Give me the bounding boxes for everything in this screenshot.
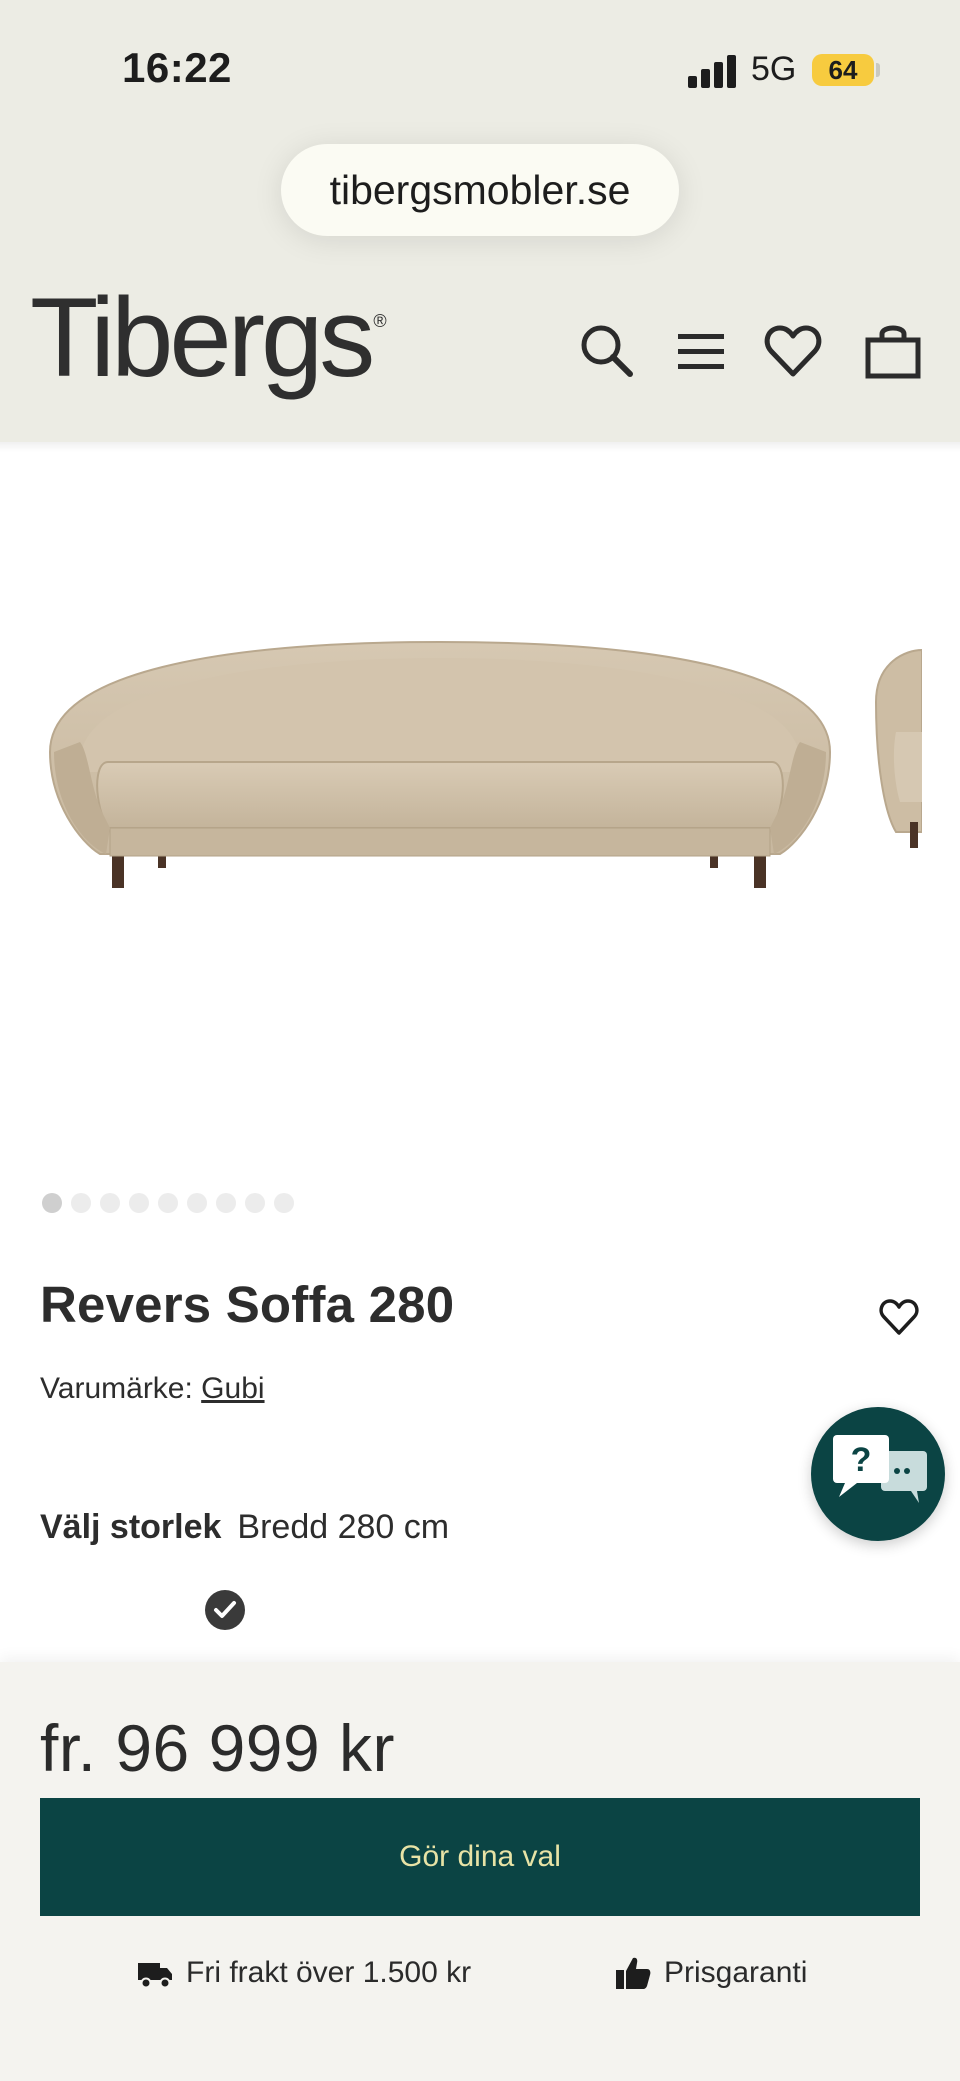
truck-icon <box>138 1963 172 1989</box>
sticky-buy-bar: fr. 96 999 kr Gör dina val Fri frakt öve… <box>0 1662 960 2081</box>
brand-link[interactable]: Gubi <box>201 1372 264 1405</box>
wishlist-heart-icon[interactable] <box>878 1296 920 1338</box>
signal-icon <box>688 54 738 88</box>
usp-price-guarantee: Prisgaranti <box>614 1954 807 1992</box>
gallery-dot[interactable] <box>274 1193 294 1213</box>
size-selector[interactable]: Välj storlek Bredd 280 cm <box>40 1508 449 1547</box>
brand-label: Varumärke: <box>40 1372 193 1405</box>
chat-icon: ? <box>833 1435 927 1503</box>
menu-icon[interactable] <box>670 320 732 382</box>
gallery-dot[interactable] <box>187 1193 207 1213</box>
gallery-dot[interactable] <box>71 1193 91 1213</box>
battery-tip <box>876 63 880 77</box>
thumbs-up-icon <box>616 1957 651 1989</box>
size-label: Välj storlek <box>40 1508 222 1546</box>
gallery-pagination[interactable] <box>42 1193 294 1213</box>
heart-icon[interactable] <box>762 320 824 382</box>
sofa-image <box>48 640 832 888</box>
gallery-dot[interactable] <box>216 1193 236 1213</box>
battery-icon: 64 <box>812 54 874 86</box>
product-title: Revers Soffa 280 <box>40 1276 455 1333</box>
site-logo[interactable]: Tibergs ® <box>30 282 387 394</box>
status-bar: 16:22 5G 64 <box>0 0 960 140</box>
product-gallery[interactable] <box>0 452 960 1152</box>
chat-button[interactable]: ? <box>811 1407 945 1541</box>
svg-text:?: ? <box>851 1441 872 1479</box>
usp-shipping-text: Fri frakt över 1.500 kr <box>186 1956 472 1989</box>
status-time: 16:22 <box>122 44 232 91</box>
top-chrome: 16:22 5G 64 tibergsmobler.se Tibergs ® <box>0 0 960 442</box>
gallery-dot[interactable] <box>42 1193 62 1213</box>
gallery-dot[interactable] <box>129 1193 149 1213</box>
gallery-dot[interactable] <box>158 1193 178 1213</box>
registered-mark: ® <box>373 311 387 331</box>
size-value: Bredd 280 cm <box>237 1508 450 1546</box>
gallery-dot[interactable] <box>100 1193 120 1213</box>
product-price: fr. 96 999 kr <box>40 1711 396 1785</box>
configure-button[interactable]: Gör dina val <box>40 1798 920 1916</box>
usp-shipping: Fri frakt över 1.500 kr <box>136 1954 471 1992</box>
bag-icon[interactable] <box>862 320 924 382</box>
network-label: 5G <box>751 50 797 88</box>
gallery-dot[interactable] <box>245 1193 265 1213</box>
next-image-preview[interactable] <box>866 642 922 852</box>
header-shadow <box>0 442 960 452</box>
brand-line: Varumärke: Gubi <box>40 1372 265 1406</box>
usp-price-text: Prisgaranti <box>664 1956 808 1989</box>
url-bar[interactable]: tibergsmobler.se <box>281 144 679 236</box>
search-icon[interactable] <box>576 320 638 382</box>
selected-check-icon[interactable] <box>205 1590 245 1630</box>
logo-text: Tibergs <box>30 275 375 400</box>
